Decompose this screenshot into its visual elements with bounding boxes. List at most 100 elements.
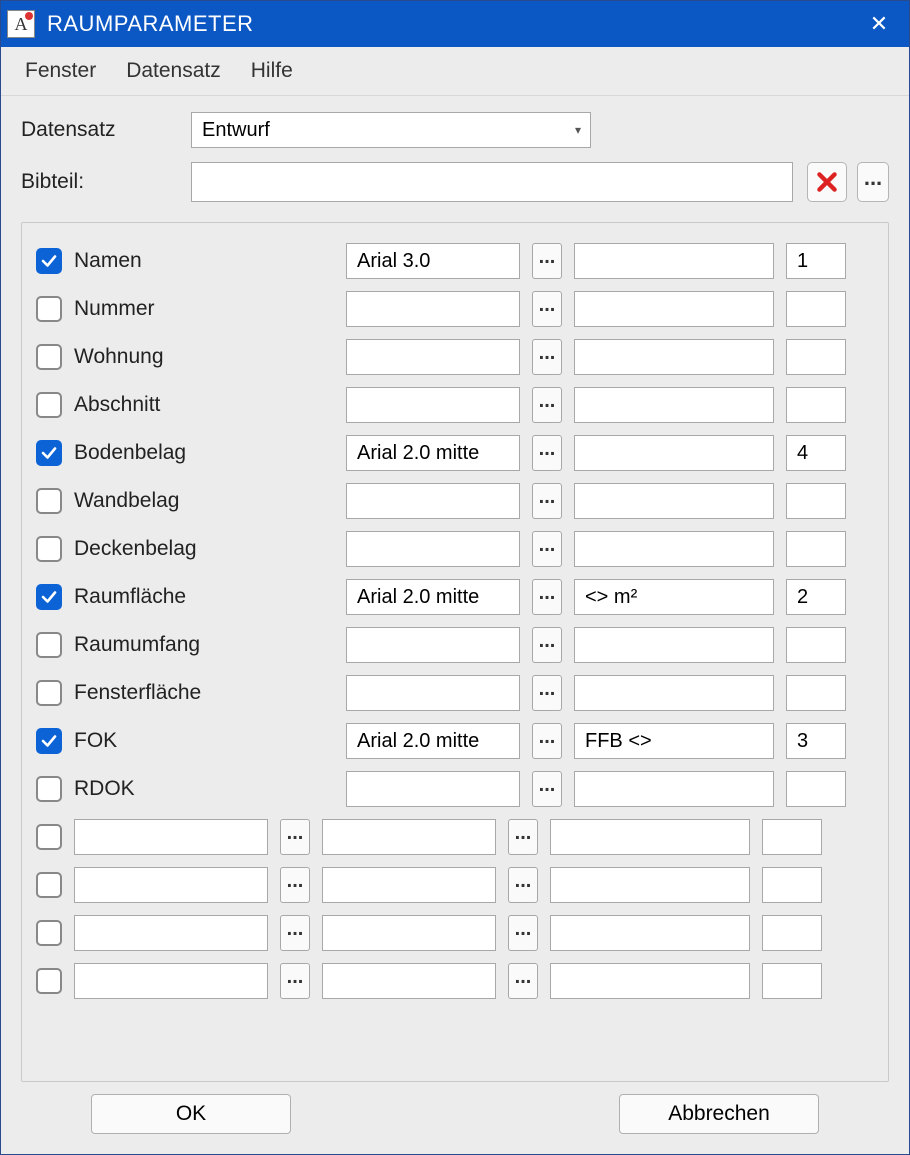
ok-button[interactable]: OK <box>91 1094 291 1134</box>
param-checkbox[interactable] <box>36 296 62 322</box>
param-format-input[interactable] <box>574 771 774 807</box>
param-checkbox[interactable] <box>36 488 62 514</box>
param-format-input[interactable] <box>550 819 750 855</box>
datensatz-value[interactable] <box>191 112 591 148</box>
param-font-browse-button[interactable] <box>532 387 562 423</box>
browse-bibteil-button[interactable] <box>857 162 889 202</box>
param-order-input[interactable] <box>762 819 822 855</box>
param-label-browse-button[interactable] <box>280 963 310 999</box>
param-font-browse-button[interactable] <box>532 579 562 615</box>
param-order-input[interactable] <box>762 915 822 951</box>
param-format-input[interactable] <box>550 915 750 951</box>
param-font-browse-button[interactable] <box>508 867 538 903</box>
param-order-input[interactable] <box>786 627 846 663</box>
param-label-input[interactable] <box>74 963 268 999</box>
param-font-browse-button[interactable] <box>532 531 562 567</box>
param-label-browse-button[interactable] <box>280 867 310 903</box>
param-checkbox[interactable] <box>36 920 62 946</box>
param-order-input[interactable] <box>786 291 846 327</box>
param-font-browse-button[interactable] <box>532 483 562 519</box>
datensatz-select[interactable]: ▾ <box>191 112 591 148</box>
param-font-browse-button[interactable] <box>508 963 538 999</box>
param-font-input[interactable] <box>346 627 520 663</box>
param-font-browse-button[interactable] <box>532 435 562 471</box>
param-order-input[interactable] <box>762 867 822 903</box>
param-format-input[interactable] <box>574 579 774 615</box>
param-order-input[interactable] <box>786 531 846 567</box>
param-format-input[interactable] <box>574 387 774 423</box>
param-format-input[interactable] <box>574 435 774 471</box>
menu-hilfe[interactable]: Hilfe <box>251 59 293 83</box>
titlebar: A RAUMPARAMETER ✕ <box>1 1 909 47</box>
param-order-input[interactable] <box>786 243 846 279</box>
param-checkbox[interactable] <box>36 536 62 562</box>
param-label-input[interactable] <box>74 867 268 903</box>
param-font-browse-button[interactable] <box>532 771 562 807</box>
param-font-browse-button[interactable] <box>532 291 562 327</box>
clear-bibteil-button[interactable] <box>807 162 847 202</box>
param-checkbox[interactable] <box>36 392 62 418</box>
param-format-input[interactable] <box>574 723 774 759</box>
param-checkbox[interactable] <box>36 824 62 850</box>
close-icon[interactable]: ✕ <box>859 11 899 37</box>
param-font-input[interactable] <box>346 387 520 423</box>
param-checkbox[interactable] <box>36 680 62 706</box>
bibteil-input[interactable] <box>191 162 793 202</box>
param-order-input[interactable] <box>786 723 846 759</box>
param-font-input[interactable] <box>322 867 496 903</box>
param-format-input[interactable] <box>574 291 774 327</box>
param-font-input[interactable] <box>346 243 520 279</box>
param-label-input[interactable] <box>74 819 268 855</box>
param-format-input[interactable] <box>574 675 774 711</box>
param-font-input[interactable] <box>322 915 496 951</box>
param-checkbox[interactable] <box>36 872 62 898</box>
param-format-input[interactable] <box>550 963 750 999</box>
param-label-browse-button[interactable] <box>280 915 310 951</box>
param-font-input[interactable] <box>322 819 496 855</box>
param-font-browse-button[interactable] <box>532 339 562 375</box>
param-font-input[interactable] <box>346 291 520 327</box>
param-font-input[interactable] <box>346 531 520 567</box>
param-checkbox[interactable] <box>36 584 62 610</box>
param-format-input[interactable] <box>550 867 750 903</box>
param-order-input[interactable] <box>786 435 846 471</box>
param-font-browse-button[interactable] <box>532 243 562 279</box>
param-font-input[interactable] <box>346 771 520 807</box>
param-checkbox[interactable] <box>36 440 62 466</box>
param-order-input[interactable] <box>786 483 846 519</box>
param-font-input[interactable] <box>346 675 520 711</box>
param-font-input[interactable] <box>322 963 496 999</box>
param-order-input[interactable] <box>786 339 846 375</box>
param-font-browse-button[interactable] <box>532 675 562 711</box>
param-order-input[interactable] <box>786 387 846 423</box>
param-order-input[interactable] <box>786 675 846 711</box>
param-font-input[interactable] <box>346 483 520 519</box>
param-checkbox[interactable] <box>36 728 62 754</box>
param-format-input[interactable] <box>574 531 774 567</box>
param-font-input[interactable] <box>346 723 520 759</box>
param-format-input[interactable] <box>574 339 774 375</box>
param-label-input[interactable] <box>74 915 268 951</box>
param-order-input[interactable] <box>762 963 822 999</box>
param-format-input[interactable] <box>574 483 774 519</box>
menu-fenster[interactable]: Fenster <box>25 59 96 83</box>
param-label-browse-button[interactable] <box>280 819 310 855</box>
param-format-input[interactable] <box>574 243 774 279</box>
menu-datensatz[interactable]: Datensatz <box>126 59 221 83</box>
param-format-input[interactable] <box>574 627 774 663</box>
param-font-input[interactable] <box>346 579 520 615</box>
cancel-button[interactable]: Abbrechen <box>619 1094 819 1134</box>
param-order-input[interactable] <box>786 579 846 615</box>
param-font-input[interactable] <box>346 339 520 375</box>
param-checkbox[interactable] <box>36 248 62 274</box>
param-font-browse-button[interactable] <box>508 915 538 951</box>
param-font-input[interactable] <box>346 435 520 471</box>
param-checkbox[interactable] <box>36 968 62 994</box>
param-checkbox[interactable] <box>36 776 62 802</box>
param-font-browse-button[interactable] <box>508 819 538 855</box>
param-checkbox[interactable] <box>36 632 62 658</box>
param-font-browse-button[interactable] <box>532 723 562 759</box>
param-checkbox[interactable] <box>36 344 62 370</box>
param-font-browse-button[interactable] <box>532 627 562 663</box>
param-order-input[interactable] <box>786 771 846 807</box>
